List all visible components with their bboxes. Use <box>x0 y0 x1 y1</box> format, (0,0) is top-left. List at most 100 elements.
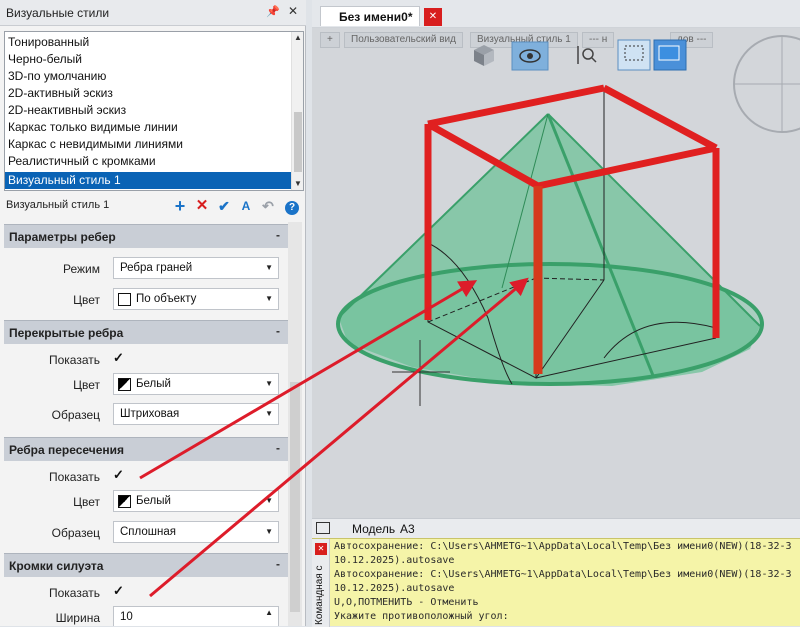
style-item[interactable]: Каркас с невидимыми линиями <box>8 136 183 153</box>
select-crossing-icon[interactable] <box>653 39 687 71</box>
tab-model[interactable]: Модель <box>352 522 395 536</box>
zoom-icon[interactable] <box>577 46 597 64</box>
visual-styles-palette: Визуальные стили 📌 ✕ Тонированный Черно-… <box>0 0 306 626</box>
layout-menu-icon[interactable] <box>316 522 330 534</box>
apply-icon[interactable]: ✔ <box>214 196 234 216</box>
mode-label: Режим <box>63 262 100 276</box>
intersection-color-select[interactable]: Белый ▼ <box>113 490 279 512</box>
style-list[interactable]: Тонированный Черно-белый 3D-по умолчанию… <box>4 31 304 191</box>
color-label: Цвет <box>73 293 100 307</box>
section-occluded-edges[interactable]: Перекрытые ребра - <box>4 320 288 344</box>
edge-color-select[interactable]: По объекту ▼ <box>113 288 279 310</box>
checkmark-icon[interactable]: ✓ <box>113 583 124 599</box>
palette-title: Визуальные стили <box>6 6 110 20</box>
style-item[interactable]: Каркас только видимые линии <box>8 119 178 136</box>
scroll-down-icon[interactable]: ▼ <box>294 179 302 188</box>
color-swatch-icon <box>118 293 131 306</box>
intersection-pattern-value: Сплошная <box>120 526 176 538</box>
edge-mode-select[interactable]: Ребра граней ▼ <box>113 257 279 279</box>
color-swatch-icon <box>118 495 131 508</box>
style-item[interactable]: 2D-активный эскиз <box>8 85 113 102</box>
pattern-label: Образец <box>51 526 100 540</box>
section-title: Перекрытые ребра <box>9 326 124 340</box>
style-item-selected[interactable]: Визуальный стиль 1 <box>5 172 291 189</box>
command-history-line: U,O,ПОТМЕНИТЬ - Отменить <box>334 597 479 608</box>
layout-tabs: Модель А3 <box>312 518 800 538</box>
current-style-name: Визуальный стиль 1 <box>6 199 110 211</box>
scroll-up-icon[interactable]: ▲ <box>294 33 302 42</box>
intersection-pattern-select[interactable]: Сплошная ▼ <box>113 521 279 543</box>
style-toolbar: Визуальный стиль 1 + ✕ ✔ A ↶ ? <box>4 196 304 216</box>
command-history-line: Автосохранение: C:\Users\AHMETG~1\AppDat… <box>334 569 792 580</box>
view-cube-icon[interactable] <box>474 45 494 66</box>
show-label: Показать <box>48 353 100 367</box>
help-icon[interactable]: ? <box>282 196 302 216</box>
dropdown-arrow-icon: ▼ <box>265 409 273 418</box>
section-edge-params[interactable]: Параметры ребер - <box>4 224 288 248</box>
style-item[interactable]: 2D-неактивный эскиз <box>8 102 126 119</box>
select-window-icon[interactable] <box>617 39 651 71</box>
edge-mode-value: Ребра граней <box>120 262 193 274</box>
dropdown-arrow-icon: ▼ <box>265 263 273 272</box>
section-title: Ребра пересечения <box>9 443 125 457</box>
document-tab-title: Без имени0* <box>339 10 413 24</box>
command-side-bar: ✕ Командная с <box>312 539 330 627</box>
style-item[interactable]: Черно-белый <box>8 51 82 68</box>
occluded-pattern-value: Штриховая <box>120 408 180 420</box>
cone-model[interactable] <box>336 88 764 386</box>
edit-icon[interactable]: A <box>236 196 256 216</box>
section-silhouette-edges[interactable]: Кромки силуэта - <box>4 553 288 577</box>
drawing-viewport[interactable]: + Пользовательский вид Визуальный стиль … <box>312 28 800 518</box>
pattern-label: Образец <box>51 408 100 422</box>
section-title: Параметры ребер <box>9 230 116 244</box>
dropdown-arrow-icon: ▼ <box>265 527 273 536</box>
silhouette-width-spinner[interactable]: 10 ▲ <box>113 606 279 626</box>
style-item[interactable]: 3D-по умолчанию <box>8 68 106 85</box>
checkmark-icon[interactable]: ✓ <box>113 467 124 483</box>
checkmark-icon[interactable]: ✓ <box>113 350 124 366</box>
color-label: Цвет <box>73 495 100 509</box>
compass-icon[interactable] <box>733 35 800 133</box>
collapse-icon[interactable]: - <box>276 324 280 338</box>
silhouette-width-value: 10 <box>120 611 133 623</box>
drawing-canvas <box>336 35 800 406</box>
collapse-icon[interactable]: - <box>276 228 280 242</box>
occluded-color-select[interactable]: Белый ▼ <box>113 373 279 395</box>
undo-icon[interactable]: ↶ <box>258 196 278 216</box>
document-tabs: Без имени0* ✕ <box>312 0 800 28</box>
command-history-line: 10.12.2025).autosave <box>334 583 455 594</box>
color-swatch-icon <box>118 378 131 391</box>
edge-color-value: По объекту <box>136 293 197 305</box>
occluded-pattern-select[interactable]: Штриховая ▼ <box>113 403 279 425</box>
section-intersection-edges[interactable]: Ребра пересечения - <box>4 437 288 461</box>
intersection-color-value: Белый <box>136 495 171 507</box>
command-line[interactable]: ✕ Командная с Автосохранение: C:\Users\A… <box>312 538 800 627</box>
style-item[interactable]: Реалистичный с кромками <box>8 153 156 170</box>
document-tab[interactable]: Без имени0* <box>320 6 420 26</box>
command-prompt: Укажите противоположный угол: <box>334 611 509 622</box>
eye-icon[interactable] <box>511 41 549 71</box>
width-label: Ширина <box>55 611 100 625</box>
section-title: Кромки силуэта <box>9 559 104 573</box>
properties-scrollbar[interactable] <box>288 222 302 626</box>
close-icon[interactable]: ✕ <box>288 4 298 18</box>
style-item[interactable]: Тонированный <box>8 34 89 51</box>
close-icon[interactable]: ✕ <box>315 543 327 555</box>
command-history-line: Автосохранение: C:\Users\AHMETG~1\AppDat… <box>334 541 792 552</box>
add-icon[interactable]: + <box>170 196 190 216</box>
color-label: Цвет <box>73 378 100 392</box>
collapse-icon[interactable]: - <box>276 557 280 571</box>
pin-icon[interactable]: 📌 <box>266 5 280 18</box>
list-scrollbar[interactable]: ▲ ▼ <box>291 32 303 190</box>
occluded-color-value: Белый <box>136 378 171 390</box>
scroll-thumb[interactable] <box>290 382 300 612</box>
dropdown-arrow-icon: ▼ <box>265 294 273 303</box>
collapse-icon[interactable]: - <box>276 441 280 455</box>
style-properties: Параметры ребер - Режим Ребра граней ▼ Ц… <box>0 222 288 626</box>
scroll-thumb[interactable] <box>294 112 302 172</box>
show-label: Показать <box>48 470 100 484</box>
tab-a3[interactable]: А3 <box>400 522 415 536</box>
spinner-up-icon[interactable]: ▲ <box>265 608 273 617</box>
delete-icon[interactable]: ✕ <box>192 196 212 216</box>
close-tab-icon[interactable]: ✕ <box>424 8 442 26</box>
